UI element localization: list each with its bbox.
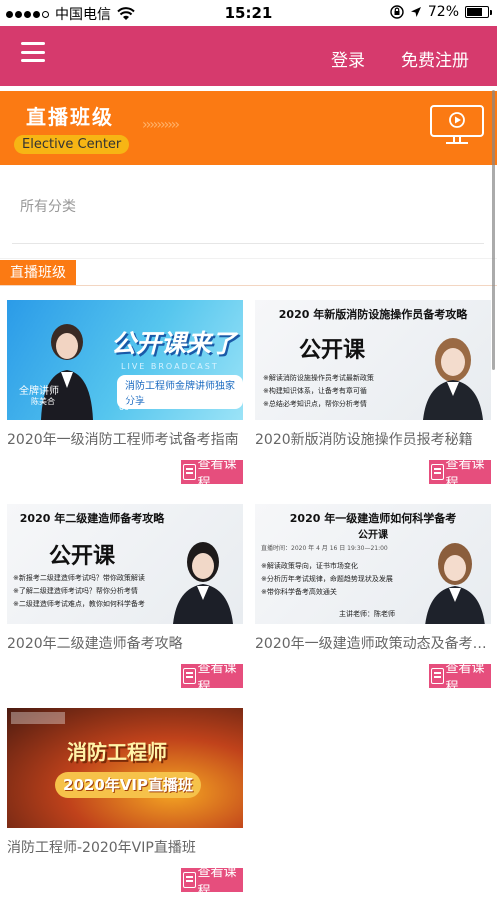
thumb-bullet: ※带你科学备考高效通关 bbox=[261, 588, 337, 596]
thumb-bullet: ※新报考二级建造师考试吗？带你政策解读 bbox=[13, 574, 145, 582]
thumb-bullets: ※解读消防设施操作员考试最新政策 ※构建知识体系，让备考有章可循 ※总结必考知识… bbox=[263, 372, 374, 411]
section-tab-live-classes: 直播班级 bbox=[0, 260, 76, 286]
presenter-portrait bbox=[173, 542, 233, 624]
document-icon bbox=[183, 464, 196, 480]
battery-icon bbox=[465, 6, 492, 18]
course-card[interactable]: 全牌讲师 陈美合 公开课来了 LIVE BROADCAST 消防工程师金牌讲师独… bbox=[7, 300, 243, 491]
thumb-bullet: ※二级建造师考试难点，教你如何科学备考 bbox=[13, 600, 145, 608]
course-title[interactable]: 消防工程师-2020年VIP直播班 bbox=[7, 837, 243, 857]
thumb-heading: 2020 年二级建造师备考攻略 bbox=[19, 512, 165, 525]
view-course-button[interactable]: 查看课程 bbox=[181, 661, 243, 695]
course-title[interactable]: 2020年二级建造师备考攻略 bbox=[7, 633, 243, 653]
chevrons-decoration: ›››››››››› bbox=[142, 117, 180, 133]
nav-links: 登录 免费注册 bbox=[331, 46, 469, 71]
section-underline bbox=[0, 285, 497, 286]
tv-play-icon bbox=[430, 105, 484, 144]
thumb-headline: 公开课来了 bbox=[111, 329, 237, 358]
course-thumbnail[interactable]: 2020 年一级建造师如何科学备考 公开课 直播时间：2020 年 4 月 16… bbox=[255, 504, 491, 624]
thumb-bullet: ※构建知识体系，让备考有章可循 bbox=[263, 387, 367, 395]
thumb-callout: 公开课 bbox=[49, 543, 116, 569]
status-bar: 中国电信 15:21 72% bbox=[0, 0, 497, 26]
thumb-bullet: ※分析历年考试规律，命题趋势现状及发展 bbox=[261, 575, 393, 583]
course-card[interactable]: 2020 年一级建造师如何科学备考 公开课 直播时间：2020 年 4 月 16… bbox=[255, 504, 491, 695]
view-course-label: 查看课程 bbox=[197, 457, 237, 491]
presenter-name: 陈美合 bbox=[31, 397, 55, 406]
location-icon bbox=[410, 7, 421, 17]
thumb-callout: 公开课 bbox=[358, 530, 388, 541]
course-thumbnail[interactable]: 全牌讲师 陈美合 公开课来了 LIVE BROADCAST 消防工程师金牌讲师独… bbox=[7, 300, 243, 420]
course-title[interactable]: 2020年一级建造师政策动态及备考方向 bbox=[255, 633, 491, 653]
course-card[interactable]: 2020 年新版消防设施操作员备考攻略 公开课 ※解读消防设施操作员考试最新政策… bbox=[255, 300, 491, 491]
presenter-portrait bbox=[423, 338, 483, 420]
scrollbar[interactable] bbox=[492, 90, 495, 370]
divider bbox=[12, 243, 484, 244]
thumb-bullets: ※新报考二级建造师考试吗？带你政策解读 ※了解二级建造师考试吗？帮你分析考情 ※… bbox=[13, 572, 145, 611]
course-card[interactable]: 2020 年二级建造师备考攻略 公开课 ※新报考二级建造师考试吗？带你政策解读 … bbox=[7, 504, 243, 695]
thumb-bullet: ※解读消防设施操作员考试最新政策 bbox=[263, 374, 374, 382]
battery-percent: 72% bbox=[427, 4, 459, 20]
category-filter[interactable]: 所有分类 bbox=[20, 196, 76, 216]
course-thumbnail[interactable]: 2020 年二级建造师备考攻略 公开课 ※新报考二级建造师考试吗？带你政策解读 … bbox=[7, 504, 243, 624]
page-banner: 直播班级 Elective Center ›››››››››› bbox=[0, 91, 497, 165]
thumb-heading: 2020 年一级建造师如何科学备考 bbox=[289, 512, 457, 525]
thumb-bullet: ※总结必考知识点，帮你分析考情 bbox=[263, 400, 367, 408]
document-icon bbox=[183, 872, 196, 888]
course-thumbnail[interactable]: 2020 年新版消防设施操作员备考攻略 公开课 ※解读消防设施操作员考试最新政策… bbox=[255, 300, 491, 420]
banner-subtitle: Elective Center bbox=[14, 135, 130, 154]
view-course-label: 查看课程 bbox=[445, 661, 485, 695]
course-title[interactable]: 2020年一级消防工程师考试备考指南 bbox=[7, 429, 243, 449]
login-link[interactable]: 登录 bbox=[331, 46, 365, 71]
thumb-live-text: LIVE BROADCAST bbox=[121, 362, 219, 371]
thumb-bullet: ※了解二级建造师考试吗？帮你分析考情 bbox=[13, 587, 138, 595]
view-course-button[interactable]: 查看课程 bbox=[181, 457, 243, 491]
thumb-date: 2020年4月15日 19：00—21：00 bbox=[119, 393, 242, 412]
thumb-headline: 消防工程师 bbox=[67, 740, 167, 764]
view-course-label: 查看课程 bbox=[197, 661, 237, 695]
thumb-callout: 公开课 bbox=[299, 337, 366, 363]
hamburger-menu-icon[interactable] bbox=[21, 42, 45, 62]
thumb-bullet: ※解读政策导向，证书市场变化 bbox=[261, 562, 358, 570]
document-icon bbox=[431, 464, 444, 480]
orientation-lock-icon bbox=[390, 5, 404, 19]
banner-title: 直播班级 bbox=[26, 105, 114, 129]
thumb-bullets: ※解读政策导向，证书市场变化 ※分析历年考试规律，命题趋势现状及发展 ※带你科学… bbox=[261, 560, 393, 599]
course-thumbnail[interactable]: 消防工程师 2020年VIP直播班 bbox=[7, 708, 243, 828]
register-link[interactable]: 免费注册 bbox=[401, 46, 469, 71]
document-icon bbox=[183, 668, 196, 684]
view-course-label: 查看课程 bbox=[445, 457, 485, 491]
view-course-label: 查看课程 bbox=[197, 865, 237, 899]
view-course-button[interactable]: 查看课程 bbox=[181, 865, 243, 899]
thumb-pill: 2020年VIP直播班 bbox=[55, 772, 201, 798]
thumb-subline: 直播时间：2020 年 4 月 16 日 19:30—21:00 bbox=[261, 545, 388, 552]
presenter-portrait bbox=[425, 543, 485, 624]
status-right: 72% bbox=[390, 4, 492, 20]
thumb-teacher: 主讲老师：陈老师 bbox=[339, 610, 395, 618]
presenter-role: 全牌讲师 bbox=[19, 386, 59, 397]
top-navbar: 登录 免费注册 bbox=[0, 26, 497, 86]
view-course-button[interactable]: 查看课程 bbox=[429, 661, 491, 695]
thumb-heading: 2020 年新版消防设施操作员备考攻略 bbox=[278, 308, 468, 321]
course-title[interactable]: 2020新版消防设施操作员报考秘籍 bbox=[255, 429, 491, 449]
course-card[interactable]: 消防工程师 2020年VIP直播班 消防工程师-2020年VIP直播班 查看课程 bbox=[7, 708, 243, 899]
view-course-button[interactable]: 查看课程 bbox=[429, 457, 491, 491]
thumb-decoration bbox=[11, 712, 65, 724]
document-icon bbox=[431, 668, 444, 684]
divider bbox=[0, 258, 497, 259]
